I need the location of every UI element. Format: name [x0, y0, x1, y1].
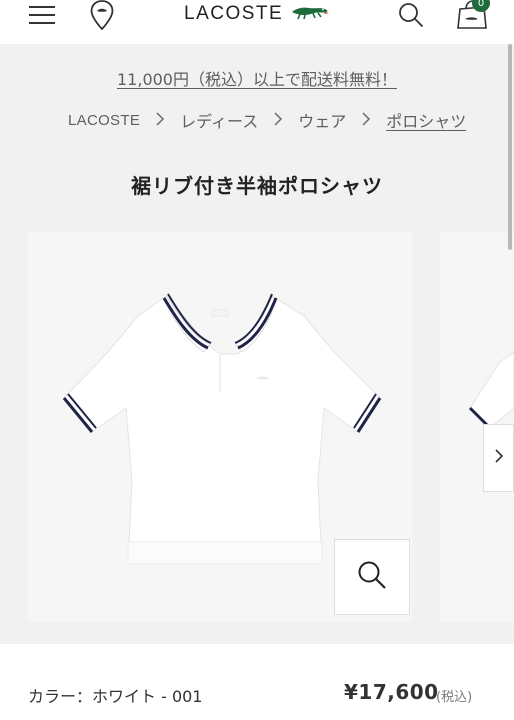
store-locator-icon[interactable]: [88, 0, 116, 30]
product-price: ¥17,600: [344, 680, 439, 704]
breadcrumb: LACOSTE レディース ウェア ポロシャツ: [68, 108, 466, 132]
scrollbar[interactable]: [508, 44, 512, 250]
tax-note: (税込): [436, 690, 473, 705]
search-icon[interactable]: [396, 0, 426, 30]
product-title: 裾リブ付き半袖ポロシャツ: [131, 174, 383, 198]
next-image-button[interactable]: [483, 424, 514, 492]
breadcrumb-item-wear[interactable]: ウェア: [298, 108, 346, 132]
crocodile-logo-icon: [291, 3, 330, 25]
breadcrumb-item-lacoste[interactable]: LACOSTE: [68, 112, 140, 129]
brand-name: LACOSTE: [184, 3, 284, 24]
breadcrumb-item-ladies[interactable]: レディース: [180, 108, 258, 132]
zoom-button[interactable]: [334, 539, 410, 615]
chevron-right-icon: [140, 111, 180, 130]
site-header: LACOSTE 0: [0, 0, 514, 44]
breadcrumb-item-polo-shirts[interactable]: ポロシャツ: [386, 108, 466, 132]
zoom-search-icon: [357, 560, 387, 594]
menu-icon[interactable]: [28, 0, 56, 30]
chevron-right-icon: [258, 111, 298, 130]
free-shipping-link[interactable]: 11,000円（税込）以上で配送料無料！: [0, 66, 514, 90]
chevron-right-icon: [346, 111, 386, 130]
chevron-right-icon: [494, 448, 504, 468]
color-label: カラー：ホワイト - 001: [28, 687, 203, 706]
lacoste-logo[interactable]: LACOSTE: [184, 0, 330, 28]
